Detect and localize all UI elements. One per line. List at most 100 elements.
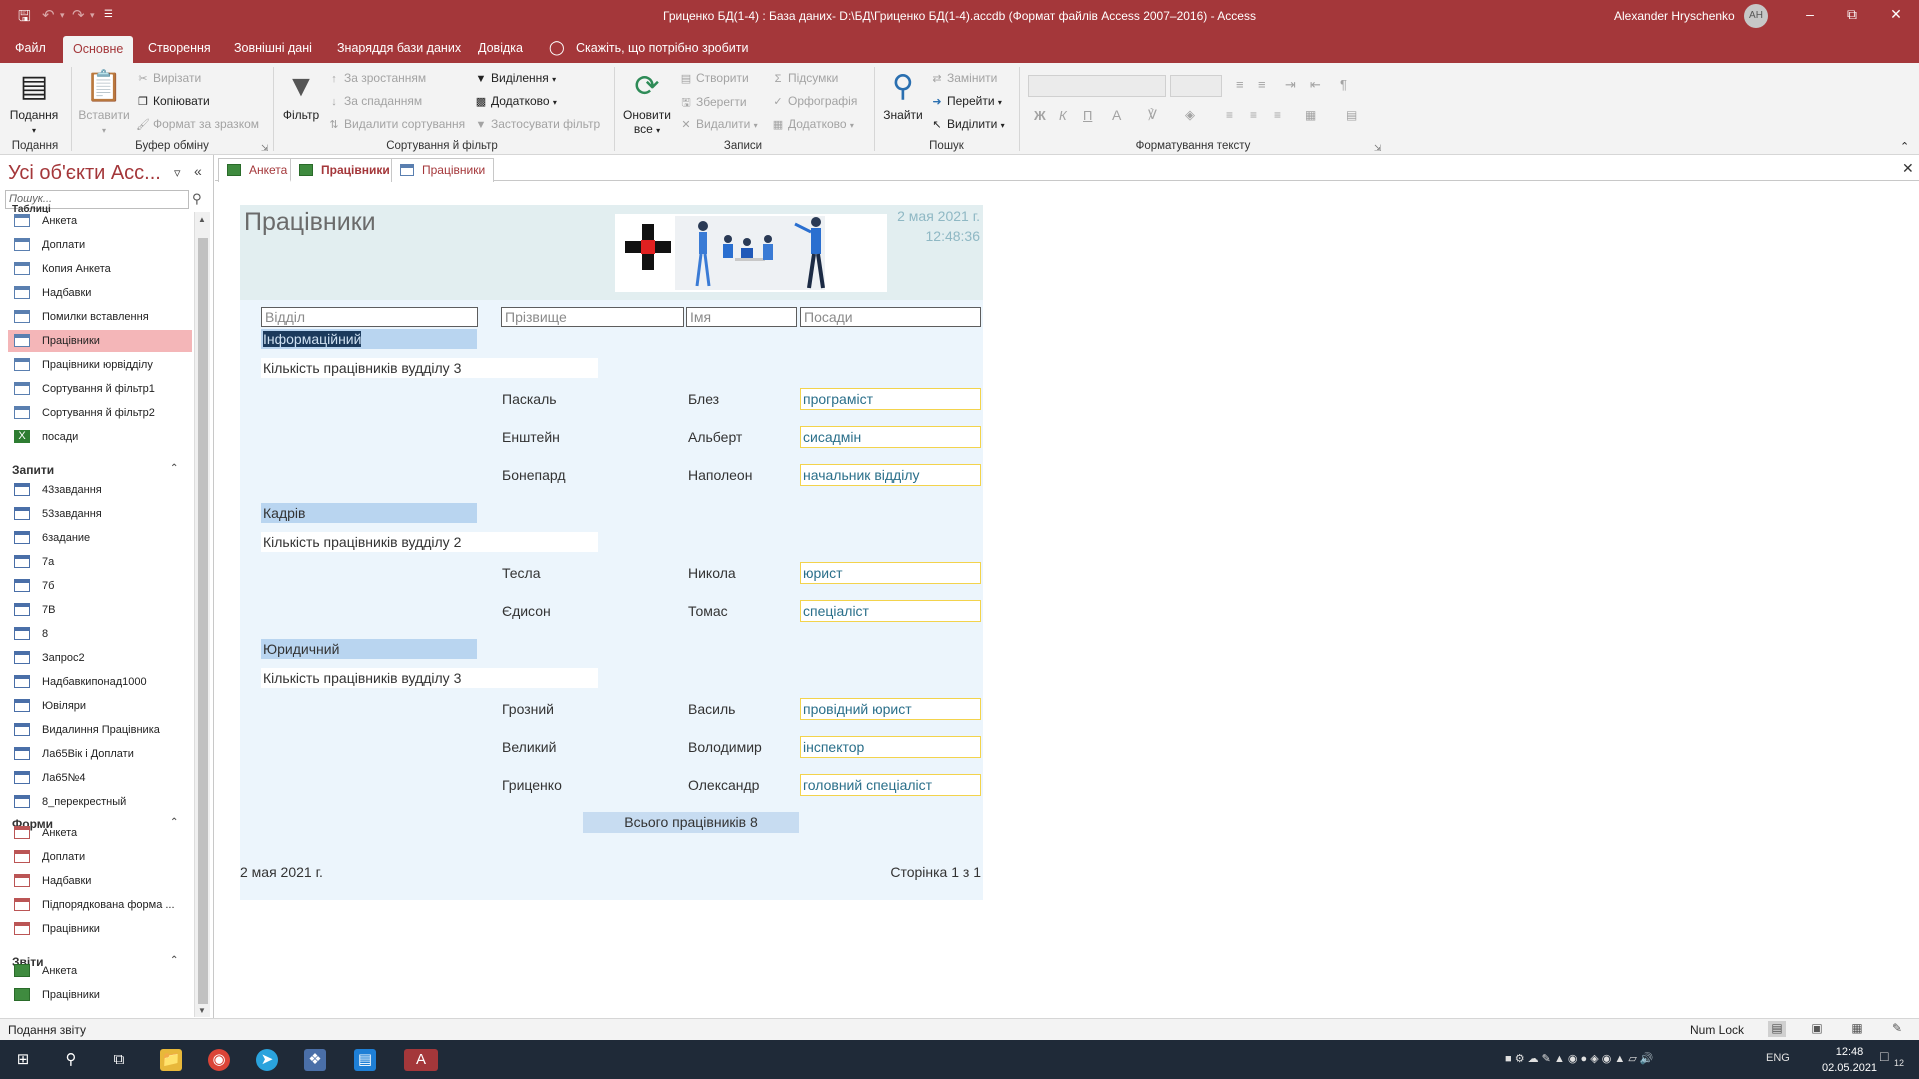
doc-tab-anketa[interactable]: Анкета [218,158,297,182]
refresh-all-button[interactable]: ⟳ Оновити все ▾ [620,70,674,136]
save-record-button[interactable]: 🖫 Зберегти [679,94,746,113]
indent-icon[interactable]: ⇥ [1285,77,1296,93]
tab-file[interactable]: Файл [15,41,46,55]
nav-section-queries[interactable]: Запити ⌃ [12,463,178,477]
nav-item-table[interactable]: Доплати [8,234,192,256]
nav-item-report[interactable]: Працівники [8,984,192,1006]
cell-position[interactable]: спеціаліст [800,600,981,622]
nav-item-table[interactable]: Працівники [8,330,192,352]
search-icon[interactable]: ⚲ [60,1049,82,1071]
collapse-ribbon-icon[interactable]: ⌃ [1900,140,1909,153]
text-format-launcher-icon[interactable]: ⇲ [1374,143,1382,154]
nav-item-table[interactable]: Надбавки [8,282,192,304]
clipboard-launcher-icon[interactable]: ⇲ [261,143,269,154]
notifications-icon[interactable]: □ [1880,1048,1888,1064]
avatar[interactable]: AH [1744,4,1768,28]
trello-icon[interactable]: ▤ [354,1049,376,1071]
font-name-box[interactable] [1028,75,1166,97]
nav-item-querie[interactable]: 53завдання [8,503,192,525]
bold-button[interactable]: Ж [1034,108,1046,123]
nav-item-form[interactable]: Доплати [8,846,192,868]
cell-position[interactable]: головний спеціаліст [800,774,981,796]
cell-position[interactable]: програміст [800,388,981,410]
outdent-icon[interactable]: ⇤ [1310,77,1321,93]
nav-scrollbar[interactable]: ▲ ▼ [194,212,210,1017]
nav-item-table[interactable]: Сортування й фільтр2 [8,402,192,424]
chrome-icon[interactable]: ◉ [208,1049,230,1071]
design-view-icon[interactable]: ✎ [1888,1021,1906,1037]
minimize-icon[interactable]: – [1800,6,1820,22]
clock[interactable]: 12:48 02.05.2021 [1822,1044,1877,1076]
numbering-icon[interactable]: ≡ [1258,77,1266,92]
print-preview-icon[interactable]: ▣ [1808,1021,1826,1037]
close-window-icon[interactable]: ✕ [1886,6,1906,23]
nav-item-querie[interactable]: 43завдання [8,479,192,501]
bullets-icon[interactable]: ≡ [1236,77,1244,92]
windows-start-icon[interactable]: ⊞ [12,1049,34,1071]
nav-item-table[interactable]: Помилки вставлення [8,306,192,328]
font-size-box[interactable] [1170,75,1222,97]
nav-item-form[interactable]: Анкета [8,822,192,844]
nav-item-querie[interactable]: 8 [8,623,192,645]
goto-button[interactable]: ➜ Перейти ▾ [930,94,1002,108]
nav-item-querie[interactable]: 7В [8,599,192,621]
tell-me-search[interactable]: Скажіть, що потрібно зробити [576,41,749,55]
align-center-icon[interactable]: ≡ [1250,108,1257,122]
group-header-dept[interactable]: Юридичний [261,639,477,659]
nav-item-form[interactable]: Працівники [8,918,192,940]
spelling-button[interactable]: ✓ Орфографія [771,94,857,108]
italic-button[interactable]: К [1059,108,1067,123]
tab-external-data[interactable]: Зовнішні дані [234,41,312,55]
nav-item-table[interactable]: Копия Анкета [8,258,192,280]
totals-button[interactable]: Σ Підсумки [771,71,839,85]
cell-position[interactable]: начальник відділу [800,464,981,486]
sort-descending-button[interactable]: ↓ За спаданням [327,94,422,108]
scroll-down-icon[interactable]: ▼ [198,1006,206,1015]
doc-tab-pratsivnyky-table[interactable]: Працівники [391,158,495,182]
tab-create[interactable]: Створення [148,41,211,55]
cell-position[interactable]: інспектор [800,736,981,758]
tab-help[interactable]: Довідка [478,41,523,55]
tab-database-tools[interactable]: Знаряддя бази даних [337,41,461,55]
sort-ascending-button[interactable]: ↑ За зростанням [327,71,426,85]
search-icon[interactable]: ⚲ [192,191,202,207]
new-record-button[interactable]: ▤ Створити [679,71,749,85]
filter-button[interactable]: ▼ Фільтр [280,70,322,122]
nav-item-table[interactable]: Xпосади [8,426,192,448]
highlight-icon[interactable]: ℣ [1148,107,1157,123]
tray-icons[interactable]: ■ ⚙ ☁ ✎ ▲ ◉ ● ◈ ◉ ▲ ▱ 🔊 [1505,1052,1654,1065]
nav-item-table[interactable]: Сортування й фільтр1 [8,378,192,400]
doc-tab-pratsivnyky-report[interactable]: Працівники [290,158,399,182]
paragraph-icon[interactable]: ¶ [1340,77,1347,92]
toggle-filter-button[interactable]: ▼ Застосувати фільтр [474,117,601,131]
network-tool-icon[interactable]: ❖ [304,1049,326,1071]
collapse-icon[interactable]: ⌃ [170,463,178,474]
advanced-filter-button[interactable]: ▩ Додатково ▾ [474,94,557,108]
remove-sort-button[interactable]: ⇅ Видалити сортування [327,117,465,131]
language-indicator[interactable]: ENG [1766,1052,1790,1064]
cell-position[interactable]: сисадмін [800,426,981,448]
group-header-dept[interactable]: Кадрів [261,503,477,523]
nav-item-querie[interactable]: Ювіляри [8,695,192,717]
group-header-dept[interactable]: Інформаційний [261,329,477,349]
file-explorer-icon[interactable]: 📁 [160,1049,182,1071]
nav-item-querie[interactable]: Ла65№4 [8,767,192,789]
selection-button[interactable]: ▼ Виділення ▾ [474,71,557,85]
nav-item-querie[interactable]: 7а [8,551,192,573]
replace-button[interactable]: ⇄ Замінити [930,71,997,85]
align-right-icon[interactable]: ≡ [1274,108,1281,122]
records-more-button[interactable]: ▦ Додатково ▾ [771,117,854,131]
cut-button[interactable]: ✂ Вирізати [136,71,201,85]
align-left-icon[interactable]: ≡ [1226,108,1233,122]
nav-item-querie[interactable]: Запрос2 [8,647,192,669]
nav-item-table[interactable]: Працівники юрвідділу [8,354,192,376]
underline-button[interactable]: П [1083,108,1092,123]
fill-color-icon[interactable]: ◈ [1185,107,1195,123]
nav-item-querie[interactable]: Видалиння Працівника [8,719,192,741]
find-button[interactable]: ⚲ Знайти [880,70,926,122]
nav-item-table[interactable]: Анкета [8,210,192,232]
shutter-bar-icon[interactable]: « [194,163,202,179]
tab-home[interactable]: Основне [63,36,134,63]
font-color-icon[interactable]: A [1112,107,1121,123]
nav-menu-icon[interactable]: ▿ [174,165,181,181]
